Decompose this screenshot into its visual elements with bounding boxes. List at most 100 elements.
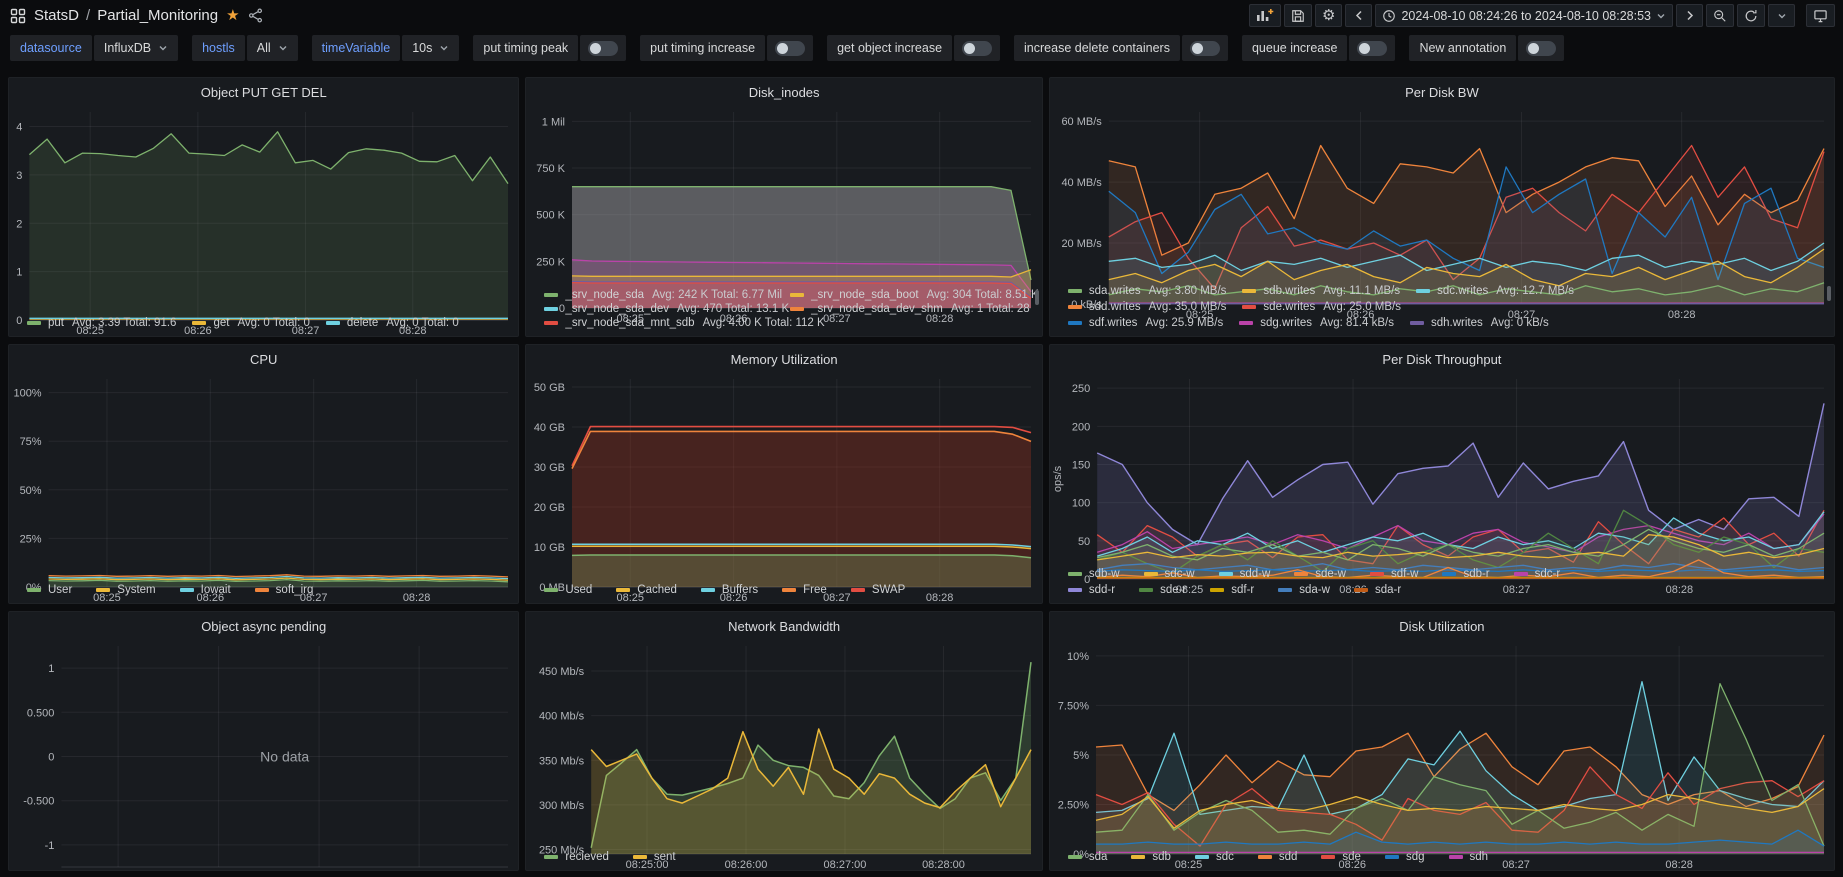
- panel-title-cpu[interactable]: CPU: [9, 345, 518, 371]
- legend-item--srv-node-sda-dev-shm[interactable]: _srv_node_sda_dev_shmAvg: 1 Total: 28: [790, 303, 1028, 315]
- legend-item-sdd-writes[interactable]: sdd.writesAvg: 35.0 MB/s: [1068, 301, 1227, 313]
- share-icon[interactable]: [248, 8, 263, 23]
- legend-item-sdc-w[interactable]: sdc-w: [1144, 568, 1203, 580]
- legend-item-sdc[interactable]: sdc: [1195, 851, 1242, 863]
- legend-item-sdd-r[interactable]: sdd-r: [1068, 584, 1123, 596]
- refresh-button[interactable]: [1737, 4, 1765, 27]
- legend-item-sde-writes[interactable]: sde.writesAvg: 25.0 MB/s: [1242, 301, 1401, 313]
- time-range-picker-button[interactable]: 2024-08-10 08:24:26 to 2024-08-10 08:28:…: [1375, 4, 1673, 27]
- legend-item-sda[interactable]: sda: [1068, 851, 1116, 863]
- legend-item-sde-w[interactable]: sde-w: [1294, 568, 1354, 580]
- svg-text:100: 100: [1072, 498, 1090, 510]
- legend-item-sdc-r[interactable]: sdc-r: [1514, 568, 1569, 580]
- variable-toggle-switch[interactable]: [1518, 35, 1564, 61]
- legend-item-sda-w[interactable]: sda-w: [1278, 584, 1338, 596]
- legend-item--srv-node-sda-boot[interactable]: _srv_node_sda_bootAvg: 304 Total: 8.51 K: [790, 289, 1028, 301]
- variable-toggle-switch[interactable]: [954, 35, 1000, 61]
- legend-item--srv-node-sda-dev[interactable]: _srv_node_sda_devAvg: 470 Total: 13.1 K: [544, 303, 782, 315]
- legend-item-sdf-w[interactable]: sdf-w: [1370, 568, 1426, 580]
- legend-series-name: sdd-w: [1240, 568, 1271, 580]
- legend-item-sde[interactable]: sde: [1321, 851, 1369, 863]
- panel-title-object-put-get-del[interactable]: Object PUT GET DEL: [9, 78, 518, 104]
- refresh-interval-caret-button[interactable]: [1768, 4, 1795, 27]
- legend-series-name: sdf-r: [1231, 584, 1254, 596]
- variable-toggle-switch[interactable]: [1349, 35, 1395, 61]
- legend-item-sdb[interactable]: sdb: [1131, 851, 1179, 863]
- legend-item-user[interactable]: User: [27, 584, 80, 596]
- legend-item-buffers[interactable]: Buffers: [701, 584, 766, 596]
- legend-item-sdb-r[interactable]: sdb-r: [1442, 568, 1497, 580]
- chart-canvas-object-async-pending[interactable]: 10.5000-0.500-108:2508:2608:2708:28No da…: [9, 638, 518, 871]
- apps-grid-icon[interactable]: [10, 8, 26, 24]
- legend-item-swap[interactable]: SWAP: [851, 584, 913, 596]
- panel-title-per-disk-bw[interactable]: Per Disk BW: [1050, 78, 1834, 104]
- chart-canvas-object-put-get-del[interactable]: 0123408:2508:2608:2708:28: [9, 104, 518, 337]
- panel-title-memory-utilization[interactable]: Memory Utilization: [526, 345, 1041, 371]
- legend-item-sdd[interactable]: sdd: [1258, 851, 1306, 863]
- variable-label: queue increase: [1242, 35, 1347, 61]
- breadcrumb-dashboard[interactable]: Partial_Monitoring: [97, 7, 218, 24]
- legend-item-sdg[interactable]: sdg: [1385, 851, 1433, 863]
- panel-title-disk-inodes[interactable]: Disk_inodes: [526, 78, 1041, 104]
- legend-item-sdf-r[interactable]: sdf-r: [1210, 584, 1262, 596]
- legend-item-sdb-w[interactable]: sdb-w: [1068, 568, 1128, 580]
- chart-canvas-memory-utilization[interactable]: 0 MB10 GB20 GB30 GB40 GB50 GB08:2508:260…: [526, 371, 1041, 604]
- favorite-star-icon[interactable]: ★: [226, 8, 239, 23]
- legend-item-system[interactable]: System: [96, 584, 163, 596]
- panel-title-per-disk-throughput[interactable]: Per Disk Throughput: [1050, 345, 1834, 371]
- legend-series-stats: Avg: 12.7 MB/s: [1496, 285, 1574, 297]
- panel-title-network-bandwidth[interactable]: Network Bandwidth: [526, 612, 1041, 638]
- variable-value-dropdown[interactable]: 10s: [402, 35, 459, 61]
- chart-canvas-per-disk-throughput[interactable]: 05010015020025008:2508:2608:2708:28ops/s: [1050, 371, 1834, 597]
- legend-item-sdb-writes[interactable]: sdb.writesAvg: 11.1 MB/s: [1242, 285, 1400, 297]
- legend-item-get[interactable]: getAvg: 0 Total: 0: [192, 317, 309, 329]
- add-panel-button[interactable]: [1249, 4, 1281, 27]
- legend-item-delete[interactable]: deleteAvg: 0 Total: 0: [326, 317, 459, 329]
- legend-series-name: sdg.writes: [1260, 317, 1312, 329]
- legend-item-used[interactable]: Used: [544, 584, 600, 596]
- legend-scrollbar-thumb[interactable]: [1827, 286, 1831, 301]
- legend-item-sdh[interactable]: sdh: [1449, 851, 1497, 863]
- breadcrumb-folder[interactable]: StatsD: [34, 7, 79, 24]
- panel-title-disk-utilization[interactable]: Disk Utilization: [1050, 612, 1834, 638]
- time-range-back-button[interactable]: [1345, 4, 1372, 27]
- zoom-out-button[interactable]: [1706, 4, 1734, 27]
- legend-item--srv-node-sda[interactable]: _srv_node_sdaAvg: 242 K Total: 6.77 Mil: [544, 289, 782, 301]
- legend-item-recieved[interactable]: recieved: [544, 851, 616, 863]
- panel-title-object-async-pending[interactable]: Object async pending: [9, 612, 518, 638]
- legend-item-put[interactable]: putAvg: 3.39 Total: 91.6: [27, 317, 176, 329]
- legend-swatch: [1242, 289, 1256, 293]
- legend-item-iowait[interactable]: Iowait: [180, 584, 239, 596]
- legend-item-free[interactable]: Free: [782, 584, 835, 596]
- legend-series-name: User: [48, 584, 72, 596]
- legend-item--srv-node-sda-mnt-sdb[interactable]: _srv_node_sda_mnt_sdbAvg: 4.00 K Total: …: [544, 317, 782, 329]
- variable-value-dropdown[interactable]: All: [247, 35, 298, 61]
- variable-toggle-switch[interactable]: [580, 35, 626, 61]
- legend-item-sdf-writes[interactable]: sdf.writesAvg: 25.9 MB/s: [1068, 317, 1223, 329]
- chart-canvas-network-bandwidth[interactable]: 250 Mb/s300 Mb/s350 Mb/s400 Mb/s450 Mb/s…: [526, 638, 1041, 871]
- legend-series-name: _srv_node_sda_boot: [811, 289, 918, 301]
- variable-toggle-switch[interactable]: [1182, 35, 1228, 61]
- legend-item-sda-writes[interactable]: sda.writesAvg: 3.80 MB/s: [1068, 285, 1227, 297]
- legend-item-sdc-writes[interactable]: sdc.writesAvg: 12.7 MB/s: [1416, 285, 1574, 297]
- legend-scrollbar-thumb[interactable]: [1035, 290, 1039, 305]
- chart-canvas-disk-utilization[interactable]: 0%2.50%5%7.50%10%08:2508:2608:2708:28: [1050, 638, 1834, 871]
- dashboard-settings-button[interactable]: ⚙: [1315, 4, 1342, 27]
- legend-item-sdg-writes[interactable]: sdg.writesAvg: 81.4 kB/s: [1239, 317, 1394, 329]
- variable-toggle-switch[interactable]: [767, 35, 813, 61]
- chart-canvas-cpu[interactable]: 0%25%50%75%100%08:2508:2608:2708:28: [9, 371, 518, 604]
- legend-item-sdh-writes[interactable]: sdh.writesAvg: 0 kB/s: [1410, 317, 1549, 329]
- variable-value-dropdown[interactable]: InfluxDB: [94, 35, 178, 61]
- svg-text:1 Mil: 1 Mil: [542, 116, 565, 128]
- legend-item-sdd-w[interactable]: sdd-w: [1219, 568, 1279, 580]
- legend-item-sent[interactable]: sent: [633, 851, 684, 863]
- legend-swatch: [1219, 572, 1233, 576]
- cycle-view-mode-button[interactable]: [1806, 4, 1835, 27]
- legend-item-cached[interactable]: Cached: [616, 584, 685, 596]
- legend-item-soft-irq[interactable]: soft_irq: [255, 584, 322, 596]
- save-dashboard-button[interactable]: [1284, 4, 1312, 27]
- time-range-forward-button[interactable]: [1676, 4, 1703, 27]
- legend-item-sda-r[interactable]: sda-r: [1354, 584, 1409, 596]
- legend-item-sde-r[interactable]: sde-r: [1139, 584, 1194, 596]
- legend-swatch: [790, 307, 804, 311]
